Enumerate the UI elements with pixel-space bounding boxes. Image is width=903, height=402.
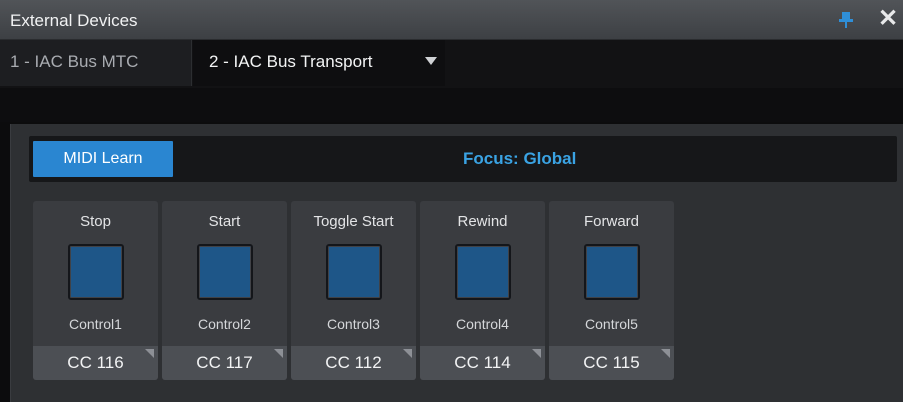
control-label: Stop bbox=[80, 213, 111, 230]
close-icon[interactable]: ✕ bbox=[878, 7, 898, 31]
control-start[interactable]: Start Control2 CC 117 bbox=[162, 201, 287, 380]
corner-triangle-icon bbox=[403, 349, 412, 358]
cc-label: CC 114 bbox=[454, 353, 511, 372]
control-stop[interactable]: Stop Control1 CC 116 bbox=[33, 201, 158, 380]
control-label: Rewind bbox=[457, 213, 508, 230]
control-name: Control4 bbox=[456, 316, 509, 332]
control-rewind[interactable]: Rewind Control4 CC 114 bbox=[420, 201, 545, 380]
cc-assignment[interactable]: CC 116 bbox=[33, 346, 158, 380]
tab-iac-bus-mtc[interactable]: 1 - IAC Bus MTC bbox=[0, 40, 192, 86]
control-label: Toggle Start bbox=[313, 213, 394, 230]
corner-triangle-icon bbox=[532, 349, 541, 358]
corner-triangle-icon bbox=[274, 349, 283, 358]
device-tab-bar: 1 - IAC Bus MTC 2 - IAC Bus Transport bbox=[0, 40, 903, 88]
device-panel: MIDI Learn Focus: Global Stop Control1 C… bbox=[10, 124, 903, 402]
chevron-down-icon[interactable] bbox=[425, 57, 437, 65]
cc-label: CC 116 bbox=[67, 353, 124, 372]
tab-iac-bus-transport[interactable]: 2 - IAC Bus Transport bbox=[193, 40, 445, 86]
cc-label: CC 117 bbox=[196, 353, 253, 372]
control-name: Control1 bbox=[69, 316, 122, 332]
tab-label: 2 - IAC Bus Transport bbox=[209, 52, 373, 71]
window-title: External Devices bbox=[10, 11, 138, 30]
cc-assignment[interactable]: CC 112 bbox=[291, 346, 416, 380]
control-pad-button[interactable] bbox=[584, 244, 640, 300]
control-forward[interactable]: Forward Control5 CC 115 bbox=[549, 201, 674, 380]
cc-assignment[interactable]: CC 114 bbox=[420, 346, 545, 380]
cc-assignment[interactable]: CC 117 bbox=[162, 346, 287, 380]
control-pad-button[interactable] bbox=[455, 244, 511, 300]
control-name: Control2 bbox=[198, 316, 251, 332]
tab-content-header bbox=[0, 88, 903, 122]
midi-learn-button[interactable]: MIDI Learn bbox=[33, 141, 173, 177]
control-label: Forward bbox=[583, 213, 639, 230]
control-pad-button[interactable] bbox=[197, 244, 253, 300]
control-pad-button[interactable] bbox=[68, 244, 124, 300]
window-title-bar: External Devices ✕ bbox=[0, 0, 903, 40]
control-name: Control5 bbox=[585, 316, 638, 332]
cc-assignment[interactable]: CC 115 bbox=[549, 346, 674, 380]
corner-triangle-icon bbox=[661, 349, 670, 358]
tab-label: 1 - IAC Bus MTC bbox=[10, 52, 139, 71]
focus-bar: MIDI Learn Focus: Global bbox=[29, 136, 897, 182]
pin-icon[interactable] bbox=[838, 11, 854, 29]
cc-label: CC 115 bbox=[583, 353, 640, 372]
corner-triangle-icon bbox=[145, 349, 154, 358]
control-pad-button[interactable] bbox=[326, 244, 382, 300]
control-label: Start bbox=[208, 213, 241, 230]
control-name: Control3 bbox=[327, 316, 380, 332]
focus-label: Focus: Global bbox=[463, 149, 577, 168]
cc-label: CC 112 bbox=[325, 353, 382, 372]
control-toggle-start[interactable]: Toggle Start Control3 CC 112 bbox=[291, 201, 416, 380]
